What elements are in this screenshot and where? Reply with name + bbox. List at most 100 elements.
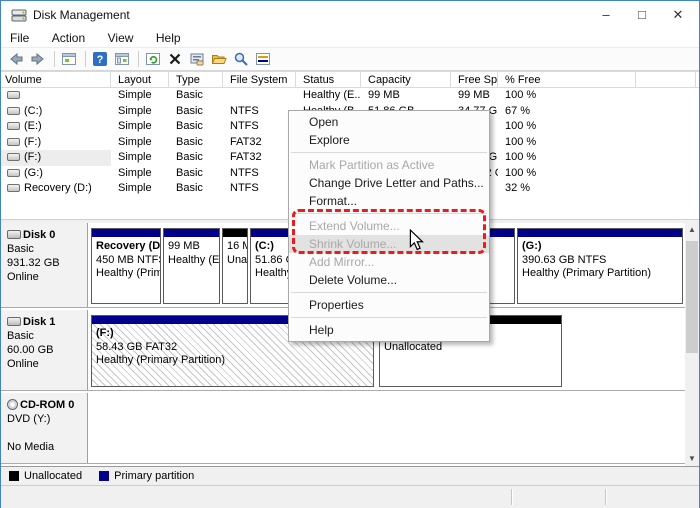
scroll-down-icon[interactable]: ▼: [685, 452, 699, 466]
menu-item-explore[interactable]: Explore: [289, 131, 489, 149]
console-window-icon[interactable]: [61, 51, 79, 67]
back-arrow-icon[interactable]: [8, 51, 26, 67]
partition-label: Recovery (D:): [96, 240, 156, 254]
capacity-cell: 99 MB: [361, 88, 451, 104]
legend-primary-label: Primary partition: [114, 470, 194, 482]
layout-cell: Simple: [111, 150, 169, 166]
annotation-red-dashed-box: [292, 209, 486, 254]
menu-item-delete-volume[interactable]: Delete Volume...: [289, 271, 489, 289]
disk-management-icon[interactable]: [255, 51, 273, 67]
partition-size: 450 MB NTFS: [96, 254, 156, 268]
svg-text:?: ?: [97, 54, 104, 66]
maximize-button[interactable]: □: [625, 1, 659, 28]
menu-help[interactable]: Help: [147, 29, 190, 45]
legend-primary-swatch: [99, 471, 109, 481]
partition-color-bar: [518, 229, 682, 237]
partition-color-bar: [223, 229, 247, 237]
column-header-pct-free[interactable]: % Free: [498, 72, 636, 88]
partition-efi[interactable]: 99 MBHealthy (EFI System Partition): [163, 228, 220, 304]
column-header-status[interactable]: Status: [296, 72, 361, 88]
pct-free-cell: 100 %: [498, 150, 636, 166]
menu-item-help[interactable]: Help: [289, 321, 489, 339]
disk-status: No Media: [7, 440, 83, 454]
volume-name: Recovery (D:): [24, 182, 92, 194]
table-row[interactable]: SimpleBasicHealthy (E...99 MB99 MB100 %: [1, 88, 699, 104]
volume-list-header: VolumeLayoutTypeFile SystemStatusCapacit…: [1, 71, 699, 88]
volume-name: (E:): [24, 120, 42, 132]
volume-icon: [7, 184, 20, 192]
menu-item-open[interactable]: Open: [289, 113, 489, 131]
open-folder-icon[interactable]: [211, 51, 229, 67]
type-cell: Basic: [169, 150, 223, 166]
delete-icon[interactable]: [167, 51, 185, 67]
column-header-blank[interactable]: [636, 72, 696, 88]
minimize-button[interactable]: –: [589, 1, 623, 28]
partition-color-bar: [92, 229, 160, 237]
menu-view[interactable]: View: [99, 29, 143, 45]
disk-status: Online: [7, 270, 83, 284]
menu-item-format[interactable]: Format...: [289, 192, 489, 210]
properties-icon[interactable]: [189, 51, 207, 67]
volume-name: (F:): [24, 151, 41, 163]
disk-size: 931.32 GB: [7, 256, 83, 270]
app-icon: [11, 7, 27, 23]
volume-icon: [7, 138, 20, 146]
close-button[interactable]: ✕: [661, 1, 695, 28]
layout-cell: Simple: [111, 166, 169, 182]
menu-action[interactable]: Action: [43, 29, 94, 45]
partition-status: Unallocated: [384, 341, 557, 355]
partition-unallocated-16mb[interactable]: 16 MBUnallocated: [222, 228, 248, 304]
menu-item-add-mirror: Add Mirror...: [289, 253, 489, 271]
menu-item-properties[interactable]: Properties: [289, 296, 489, 314]
disk-kind: DVD (Y:): [7, 412, 83, 426]
column-header-type[interactable]: Type: [169, 72, 223, 88]
menu-separator: [291, 152, 487, 153]
volume-icon: [7, 122, 20, 130]
status-bar: [1, 485, 699, 508]
window-title: Disk Management: [33, 8, 130, 22]
cdrom-0-info[interactable]: CD-ROM 0 DVD (Y:) No Media: [1, 393, 88, 463]
disk-1-info[interactable]: Disk 1 Basic 60.00 GB Online: [1, 310, 88, 390]
scrollbar-thumb[interactable]: [686, 241, 698, 353]
file-system-cell: NTFS: [223, 119, 296, 135]
partition-status: Healthy (Primary Partition): [96, 267, 156, 281]
type-cell: Basic: [169, 181, 223, 197]
pct-free-cell: 32 %: [498, 181, 636, 197]
status-segment: [511, 489, 605, 505]
partition-label: (G:): [522, 240, 678, 254]
search-icon[interactable]: [233, 51, 251, 67]
toolbar-separator: [138, 51, 139, 67]
forward-arrow-icon[interactable]: [30, 51, 48, 67]
status-segment: [605, 489, 699, 505]
disk-management-window: Disk Management – □ ✕ File Action View H…: [0, 0, 700, 508]
file-system-cell: FAT32: [223, 135, 296, 151]
file-system-cell: NTFS: [223, 166, 296, 182]
file-system-cell: NTFS: [223, 104, 296, 120]
layout-cell: Simple: [111, 181, 169, 197]
volume-name: (C:): [24, 105, 42, 117]
cdrom-0-row: CD-ROM 0 DVD (Y:) No Media: [1, 393, 685, 464]
refresh-icon[interactable]: [145, 51, 163, 67]
column-header-volume[interactable]: Volume: [1, 72, 111, 88]
title-bar: Disk Management – □ ✕: [1, 1, 699, 29]
partition-g[interactable]: (G:)390.63 GB NTFSHealthy (Primary Parti…: [517, 228, 683, 304]
column-header-file-system[interactable]: File System: [223, 72, 296, 88]
column-header-free-space[interactable]: Free Spa...: [451, 72, 498, 88]
disk-0-info[interactable]: Disk 0 Basic 931.32 GB Online: [1, 223, 88, 307]
menu-item-change-drive-letter[interactable]: Change Drive Letter and Paths...: [289, 174, 489, 192]
vertical-scrollbar[interactable]: ▲ ▼: [685, 223, 699, 466]
help-icon[interactable]: ?: [92, 51, 110, 67]
disk-size: 60.00 GB: [7, 343, 83, 357]
disk-kind: Basic: [7, 242, 83, 256]
pct-free-cell: 100 %: [498, 166, 636, 182]
menu-separator: [291, 292, 487, 293]
column-header-layout[interactable]: Layout: [111, 72, 169, 88]
column-header-capacity[interactable]: Capacity: [361, 72, 451, 88]
console-tree-icon[interactable]: [114, 51, 132, 67]
scroll-up-icon[interactable]: ▲: [685, 223, 699, 237]
partition-recovery-d[interactable]: Recovery (D:)450 MB NTFSHealthy (Primary…: [91, 228, 161, 304]
disk-kind: Basic: [7, 329, 83, 343]
menu-file[interactable]: File: [1, 29, 38, 45]
partition-size: 16 MB: [227, 240, 243, 254]
file-system-cell: FAT32: [223, 150, 296, 166]
